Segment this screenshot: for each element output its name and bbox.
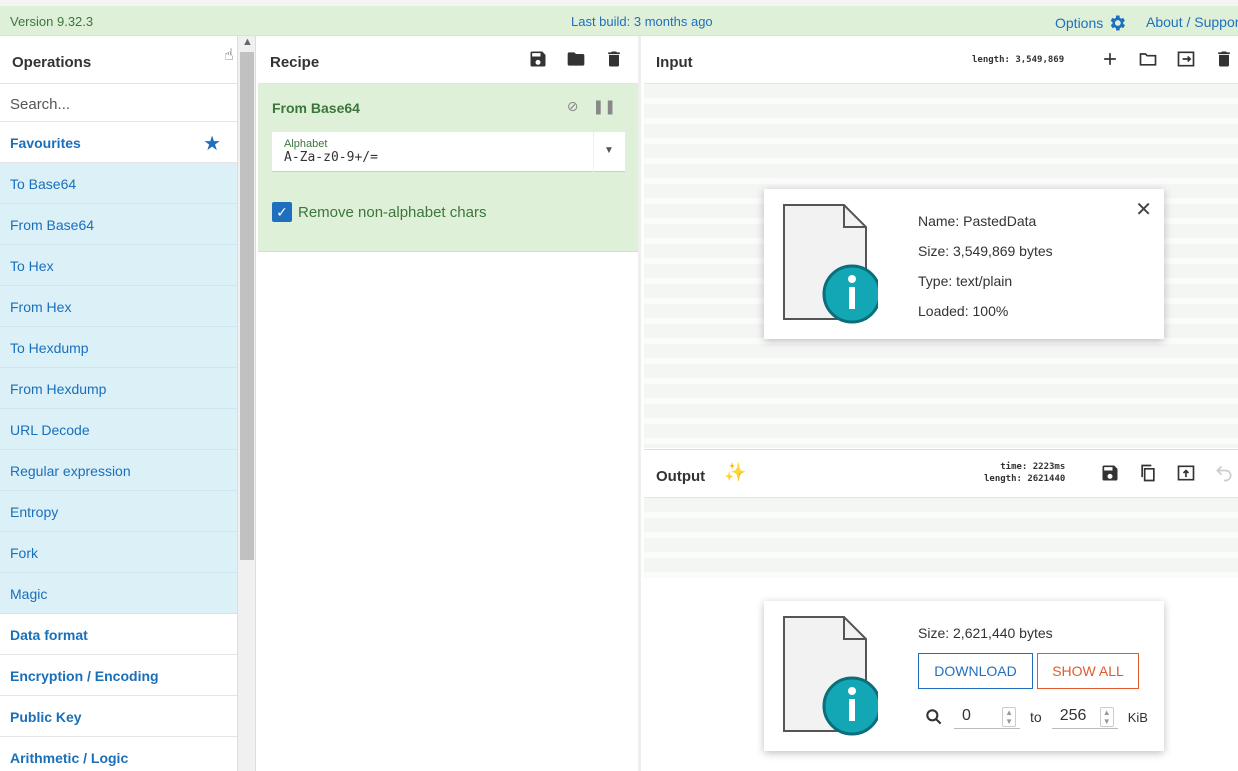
chevron-down-icon[interactable]: ▼	[593, 132, 625, 172]
open-file-icon[interactable]	[1176, 49, 1196, 69]
category-item[interactable]: Public Key	[0, 696, 237, 737]
file-loaded: Loaded: 100%	[918, 303, 1009, 319]
operation-item[interactable]: URL Decode	[0, 409, 237, 450]
category-favourites[interactable]: Favourites ★	[0, 122, 237, 163]
operations-panel: Operations ☝ Search... Favourites ★ To B…	[0, 36, 238, 771]
output-file-details: Size: 2,621,440 bytes DOWNLOAD SHOW ALL …	[764, 601, 1164, 751]
last-build-link[interactable]: Last build: 3 months ago	[571, 14, 713, 29]
remove-non-alphabet-checkbox[interactable]: ✓ Remove non-alphabet chars	[272, 202, 624, 222]
operation-item[interactable]: To Base64	[0, 163, 237, 204]
top-bar: Version 9.32.3 Last build: 3 months ago …	[0, 0, 1238, 36]
input-length: length: 3,549,869	[972, 55, 1065, 65]
range-start-value: 0	[962, 707, 971, 724]
output-title: Output	[656, 468, 706, 485]
output-meta: time: 2223ms length: 2621440	[984, 461, 1065, 485]
download-button[interactable]: DOWNLOAD	[918, 653, 1033, 689]
output-text-area[interactable]	[644, 498, 1238, 578]
output-length: length: 2621440	[984, 474, 1066, 484]
operation-item[interactable]: To Hexdump	[0, 327, 237, 368]
range-end-input[interactable]: 256 ▲ ▼	[1051, 705, 1118, 729]
search-input[interactable]: Search...	[0, 84, 237, 122]
magic-wand-icon[interactable]: ✨	[724, 462, 746, 483]
output-header: Output ✨ time: 2223ms length: 2621440	[644, 450, 1238, 498]
recipe-operation[interactable]: From Base64 ⊘ ❚❚ Alphabet A-Za-z0-9+/= ▼…	[258, 84, 638, 252]
recipe-panel: Recipe From Base64 ⊘ ❚❚ Alphabet A-Za-z0…	[258, 36, 641, 771]
file-type: Type: text/plain	[918, 273, 1013, 289]
range-end-value: 256	[1059, 707, 1087, 724]
add-tab-icon[interactable]	[1100, 49, 1120, 69]
clear-input-icon[interactable]	[1214, 49, 1234, 69]
options-label: Options	[1055, 15, 1104, 31]
file-size: Size: 3,549,869 bytes	[918, 243, 1053, 259]
recipe-title: Recipe	[270, 54, 320, 71]
stepper-icon[interactable]: ▲ ▼	[1002, 707, 1016, 727]
gear-icon	[1110, 15, 1126, 31]
slice-range: 0 ▲ ▼ to 256 ▲ ▼ KiB	[924, 705, 1148, 729]
save-output-icon[interactable]	[1100, 463, 1120, 483]
trash-icon[interactable]	[604, 49, 624, 69]
hand-cursor-icon: ☝	[224, 47, 234, 64]
stepper-icon[interactable]: ▲ ▼	[1099, 707, 1114, 727]
favourites-label: Favourites	[10, 135, 81, 151]
folder-icon[interactable]	[566, 49, 586, 69]
about-support-link[interactable]: About / Support	[1146, 14, 1238, 30]
input-panel: Input length: 3,549,869 Name: PastedData…	[644, 36, 1238, 448]
open-folder-icon[interactable]	[1138, 49, 1158, 69]
file-info-icon	[783, 616, 878, 736]
version-label: Version 9.32.3	[10, 14, 94, 29]
output-time: time: 2223ms	[1000, 462, 1066, 472]
category-item[interactable]: Encryption / Encoding	[0, 655, 237, 696]
star-icon: ★	[203, 133, 221, 155]
options-button[interactable]: Options	[1055, 13, 1127, 33]
operation-item[interactable]: Entropy	[0, 491, 237, 532]
operation-item[interactable]: To Hex	[0, 245, 237, 286]
magnifier-icon	[926, 709, 942, 725]
range-to-label: to	[1030, 709, 1042, 725]
file-info-icon	[783, 204, 878, 324]
pause-icon[interactable]: ❚❚	[593, 98, 616, 115]
undo-icon[interactable]	[1214, 463, 1234, 483]
alphabet-value: A-Za-z0-9+/=	[284, 150, 378, 165]
alphabet-label: Alphabet	[284, 138, 328, 150]
recipe-header: Recipe	[258, 36, 638, 84]
output-file-size: Size: 2,621,440 bytes	[918, 625, 1053, 641]
input-title: Input	[656, 54, 693, 71]
checkbox-checked-icon[interactable]: ✓	[272, 202, 292, 222]
input-header: Input length: 3,549,869	[644, 36, 1238, 84]
scroll-up-icon[interactable]: ▲	[242, 36, 253, 48]
operations-header: Operations ☝	[0, 36, 237, 84]
operation-item[interactable]: Fork	[0, 532, 237, 573]
scrollbar-thumb[interactable]	[240, 52, 254, 560]
close-icon[interactable]: ✕	[1135, 197, 1152, 222]
replace-input-icon[interactable]	[1176, 463, 1196, 483]
operation-item[interactable]: From Hexdump	[0, 368, 237, 409]
range-unit-label: KiB	[1127, 709, 1148, 725]
operations-title: Operations	[12, 54, 92, 71]
range-start-input[interactable]: 0 ▲ ▼	[954, 705, 1020, 729]
show-all-button[interactable]: SHOW ALL	[1037, 653, 1139, 689]
operation-item[interactable]: From Base64	[0, 204, 237, 245]
category-item[interactable]: Data format	[0, 614, 237, 655]
operations-scrollbar[interactable]: ▲	[238, 36, 256, 771]
category-item[interactable]: Arithmetic / Logic	[0, 737, 237, 771]
operation-item[interactable]: Magic	[0, 573, 237, 614]
save-icon[interactable]	[528, 49, 548, 69]
operation-item[interactable]: Regular expression	[0, 450, 237, 491]
operation-item[interactable]: From Hex	[0, 286, 237, 327]
input-file-details: Name: PastedData Size: 3,549,869 bytes T…	[764, 189, 1164, 339]
checkbox-label: Remove non-alphabet chars	[298, 203, 487, 221]
alphabet-select[interactable]: Alphabet A-Za-z0-9+/= ▼	[272, 132, 625, 172]
file-name: Name: PastedData	[918, 213, 1037, 229]
disable-icon[interactable]: ⊘	[567, 98, 579, 115]
output-panel: Output ✨ time: 2223ms length: 2621440 Si…	[644, 449, 1238, 771]
copy-icon[interactable]	[1138, 463, 1158, 483]
